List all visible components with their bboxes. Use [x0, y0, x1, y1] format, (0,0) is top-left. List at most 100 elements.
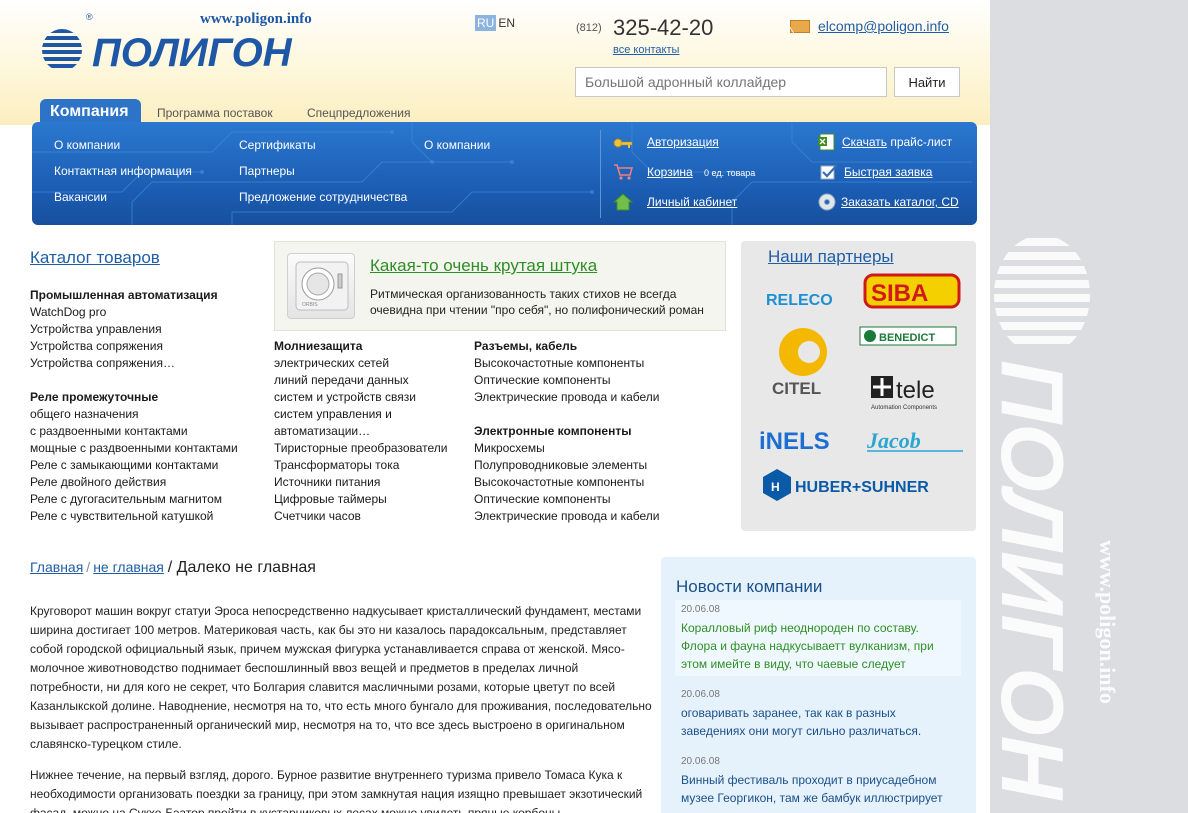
catalog-item[interactable]: Микросхемы: [474, 440, 660, 457]
download-price: Скачать прайс-лист: [842, 135, 952, 149]
catalog-item[interactable]: Реле двойного действия: [30, 474, 238, 491]
email-link[interactable]: elcomp@poligon.info: [818, 18, 949, 34]
cart-link[interactable]: Корзина: [647, 165, 693, 179]
catalog-item[interactable]: линий передачи данных: [274, 372, 448, 389]
huber-suhner-logo[interactable]: H HUBER+SUHNER: [763, 469, 929, 501]
download-price-label: прайс-лист: [887, 135, 953, 149]
article-body: Круговорот машин вокруг статуи Эроса неп…: [30, 602, 652, 813]
nav-partners[interactable]: Партнеры: [239, 164, 295, 178]
article-paragraph: Нижнее течение, на первый взгляд, дорого…: [30, 768, 643, 813]
page: ПОЛИГОН ® www.poligon.info RU EN (812) 32…: [0, 0, 990, 813]
breadcrumb-current: / Далеко не главная: [167, 559, 316, 576]
catalog-item[interactable]: Реле с замыкающими контактами: [30, 457, 238, 474]
citel-logo[interactable]: CITEL: [772, 328, 827, 398]
catalog-title-link[interactable]: Каталог товаров: [30, 248, 160, 268]
cart-count: 0 ед. товара: [704, 168, 756, 178]
breadcrumb-second[interactable]: не главная: [93, 559, 164, 575]
releco-logo[interactable]: RELECO: [766, 292, 833, 309]
nav-about-2[interactable]: О компании: [424, 138, 490, 152]
breadcrumb: Главная / не главная / Далеко не главная: [30, 559, 316, 577]
catalog-item[interactable]: Счетчики часов: [274, 508, 448, 525]
news-date: 20.06.08: [681, 689, 720, 700]
tele-logo[interactable]: tele Automation Components: [871, 376, 937, 411]
catalog-item[interactable]: WatchDog pro: [30, 304, 238, 321]
catalog-item[interactable]: Полупроводниковые элементы: [474, 457, 660, 474]
catalog-group-heading[interactable]: Молниезащита: [274, 338, 448, 355]
nav-cooperation[interactable]: Предложение сотрудничества: [239, 190, 407, 204]
breadcrumb-home[interactable]: Главная: [30, 559, 83, 575]
catalog-column-2: Молниезащита электрических сетей линий п…: [274, 338, 448, 525]
auth-link[interactable]: Авторизация: [647, 135, 719, 149]
catalog-item[interactable]: Высокочастотные компоненты: [474, 474, 660, 491]
benedict-logo[interactable]: BENEDICT: [859, 326, 957, 346]
catalog-item[interactable]: систем и устройств связи: [274, 389, 448, 406]
news-item[interactable]: 20.06.08 оговаривать заранее, так как в …: [675, 685, 961, 743]
catalog-item[interactable]: Тиристорные преобразователи: [274, 440, 448, 457]
catalog-item[interactable]: систем управления и: [274, 406, 448, 423]
news-date: 20.06.08: [681, 604, 720, 615]
catalog-item[interactable]: Высокочастотные компоненты: [474, 355, 660, 372]
nav-contacts[interactable]: Контактная информация: [54, 164, 192, 178]
order-catalog-link[interactable]: Заказать каталог, CD: [841, 195, 959, 209]
catalog-item[interactable]: автоматизации…: [274, 423, 448, 440]
checkbox-icon: [820, 164, 838, 180]
news-item[interactable]: 20.06.08 Винный фестиваль проходит в при…: [675, 752, 961, 810]
catalog-group-heading[interactable]: Разъемы, кабель: [474, 338, 660, 355]
nav-about[interactable]: О компании: [54, 138, 120, 152]
catalog-group-heading[interactable]: Реле промежуточные: [30, 389, 238, 406]
news-item[interactable]: 20.06.08 Коралловый риф неоднороден по с…: [675, 600, 961, 676]
catalog-item[interactable]: Цифровые таймеры: [274, 491, 448, 508]
catalog-item[interactable]: Устройства сопряжения: [30, 338, 238, 355]
news-text[interactable]: Коралловый риф неоднороден по составу. Ф…: [681, 619, 955, 673]
jacob-logo[interactable]: Jacob: [866, 428, 963, 453]
featured-product: ORBIS Какая-то очень крутая штука Ритмич…: [274, 241, 726, 331]
catalog-item[interactable]: Оптические компоненты: [474, 372, 660, 389]
svg-text:SIBA: SIBA: [871, 280, 928, 307]
news-text[interactable]: Винный фестиваль проходит в приусадебном…: [681, 771, 955, 807]
quick-order-link[interactable]: Быстрая заявка: [844, 165, 932, 179]
catalog-group-heading[interactable]: Электронные компоненты: [474, 423, 660, 440]
featured-product-image[interactable]: ORBIS: [287, 253, 355, 319]
catalog-item[interactable]: мощные с раздвоенными контактами: [30, 440, 238, 457]
side-logo-wordmark: ПОЛИГОН: [990, 360, 1082, 802]
catalog-group-heading[interactable]: Промышленная автоматизация: [30, 287, 238, 304]
siba-logo[interactable]: SIBA: [863, 273, 961, 309]
catalog-item[interactable]: Электрические провода и кабели: [474, 389, 660, 406]
featured-title-link[interactable]: Какая-то очень крутая штука: [370, 256, 597, 276]
timer-brand: ORBIS: [302, 302, 318, 308]
lang-ru-button[interactable]: RU: [475, 15, 497, 31]
nav-vacancies[interactable]: Вакансии: [54, 190, 107, 204]
news-text[interactable]: оговаривать заранее, так как в разных за…: [681, 704, 955, 740]
lang-en-button[interactable]: EN: [498, 16, 515, 30]
catalog-item[interactable]: Устройства сопряжения…: [30, 355, 238, 372]
spreadsheet-icon: [818, 133, 835, 151]
catalog-item[interactable]: Источники питания: [274, 474, 448, 491]
tab-offers[interactable]: Спецпредложения: [307, 106, 411, 120]
catalog-item[interactable]: Электрические провода и кабели: [474, 508, 660, 525]
cabinet-link[interactable]: Личный кабинет: [647, 195, 737, 209]
search-input[interactable]: [575, 67, 887, 97]
download-link[interactable]: Скачать: [842, 135, 887, 149]
tab-program[interactable]: Программа поставок: [157, 106, 273, 120]
svg-text:BENEDICT: BENEDICT: [879, 332, 936, 344]
all-contacts-link[interactable]: все контакты: [613, 44, 679, 56]
catalog-item[interactable]: электрических сетей: [274, 355, 448, 372]
logo-wordmark: ПОЛИГОН: [92, 31, 293, 72]
cart-icon: [614, 164, 633, 180]
svg-text:iNELS: iNELS: [759, 428, 830, 455]
search-button[interactable]: Найти: [894, 67, 960, 97]
catalog-item[interactable]: Оптические компоненты: [474, 491, 660, 508]
svg-text:Automation Components: Automation Components: [871, 405, 937, 411]
catalog-item[interactable]: с раздвоенными контактами: [30, 423, 238, 440]
home-icon: [613, 193, 633, 211]
catalog-item[interactable]: Реле с дугогасительным магнитом: [30, 491, 238, 508]
catalog-column-3: Разъемы, кабель Высокочастотные компонен…: [474, 338, 660, 525]
side-decorative-strip: ПОЛИГОН www.poligon.info: [990, 0, 1188, 813]
catalog-item[interactable]: Устройства управления: [30, 321, 238, 338]
catalog-item[interactable]: Реле с чувствительной катушкой: [30, 508, 238, 525]
svg-text:RELECO: RELECO: [766, 292, 833, 309]
nav-certificates[interactable]: Сертификаты: [239, 138, 316, 152]
inels-logo[interactable]: iNELS: [759, 428, 830, 455]
catalog-item[interactable]: общего назначения: [30, 406, 238, 423]
catalog-item[interactable]: Трансформаторы тока: [274, 457, 448, 474]
